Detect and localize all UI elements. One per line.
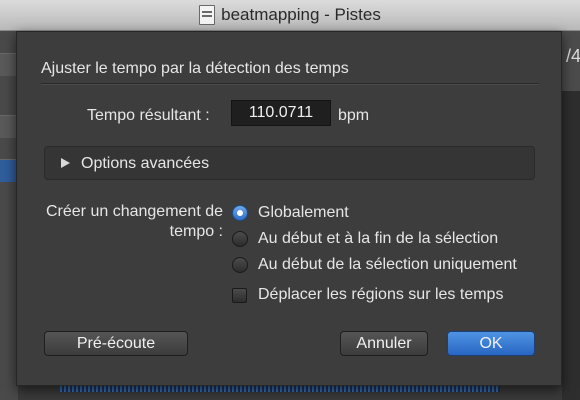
ok-button[interactable]: OK — [447, 331, 535, 356]
window-title: beatmapping - Pistes — [221, 5, 381, 24]
radio-option-start-only[interactable]: Au début de la sélection uniquement — [232, 255, 517, 275]
background-glyph: /4 — [566, 46, 580, 66]
preview-button[interactable]: Pré-écoute — [44, 331, 188, 356]
document-icon — [199, 5, 216, 25]
disclosure-triangle-icon — [61, 158, 70, 168]
tempo-change-label: Créer un changement de tempo : — [46, 203, 223, 240]
move-regions-label: Déplacer les régions sur les temps — [258, 286, 504, 303]
advanced-options-disclosure[interactable]: Options avancées — [44, 146, 535, 180]
radio-option-global[interactable]: Globalement — [232, 203, 349, 223]
move-regions-checkbox[interactable] — [232, 287, 247, 303]
window-titlebar[interactable]: beatmapping - Pistes — [0, 0, 580, 31]
radio-button-selected[interactable] — [232, 205, 248, 221]
radio-button[interactable] — [232, 231, 248, 247]
dialog-title: Ajuster le tempo par la détection des te… — [41, 60, 349, 77]
app-window: beatmapping - Pistes /4 Ajuster le tempo… — [0, 0, 580, 400]
tempo-detection-dialog: Ajuster le tempo par la détection des te… — [16, 31, 562, 386]
radio-option-label: Au début et à la fin de la sélection — [258, 230, 499, 247]
tempo-label: Tempo résultant : — [87, 107, 210, 124]
radio-option-label: Globalement — [258, 204, 349, 221]
tempo-unit-label: bpm — [338, 107, 370, 124]
advanced-options-label: Options avancées — [81, 155, 210, 172]
tempo-input[interactable] — [231, 100, 331, 126]
radio-option-start-end[interactable]: Au début et à la fin de la sélection — [232, 229, 498, 249]
radio-button[interactable] — [232, 257, 248, 273]
move-regions-option[interactable]: Déplacer les régions sur les temps — [232, 285, 503, 305]
cancel-button[interactable]: Annuler — [340, 331, 428, 356]
dialog-divider — [41, 83, 539, 85]
radio-option-label: Au début de la sélection uniquement — [258, 256, 517, 273]
